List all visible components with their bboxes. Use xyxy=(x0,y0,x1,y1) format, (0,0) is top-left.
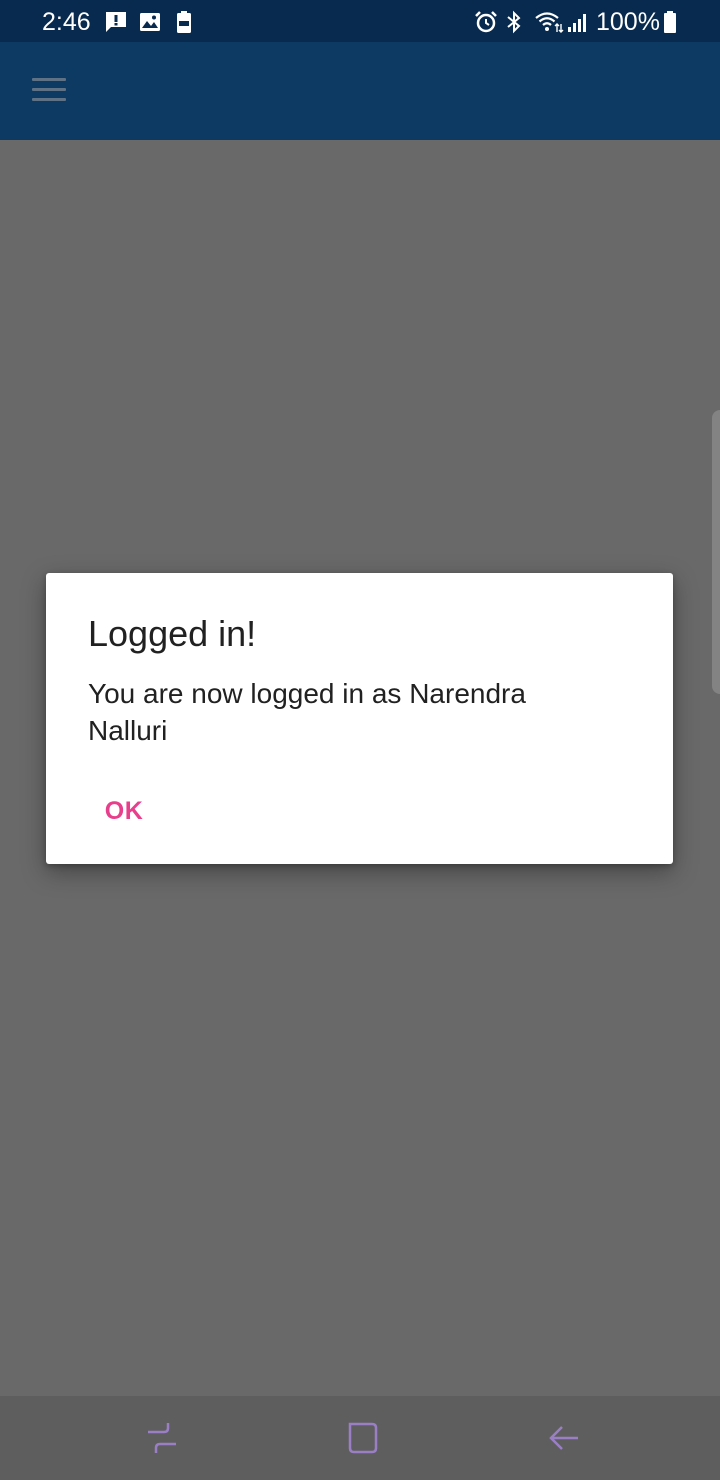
dialog-message: You are now logged in as Narendra Nallur… xyxy=(88,678,526,746)
image-icon xyxy=(140,13,160,31)
battery-icon xyxy=(664,11,676,33)
login-dialog: Logged in! You are now logged in as Nare… xyxy=(46,573,673,864)
battery-percent: 100% xyxy=(596,8,660,36)
back-icon[interactable] xyxy=(544,1418,584,1458)
wifi-icon xyxy=(535,12,564,33)
app-bar xyxy=(0,42,720,140)
hamburger-menu-icon[interactable] xyxy=(24,68,74,114)
bluetooth-icon xyxy=(507,10,521,34)
alarm-icon xyxy=(475,11,497,33)
dialog-title: Logged in! xyxy=(88,613,257,654)
battery-saver-icon xyxy=(177,11,191,33)
signal-icon xyxy=(568,14,586,32)
status-time: 2:46 xyxy=(42,8,91,36)
ok-button[interactable]: OK xyxy=(88,787,160,835)
home-icon[interactable] xyxy=(342,1418,382,1458)
alert-message-icon xyxy=(106,12,126,32)
navigation-bar xyxy=(0,1396,720,1480)
edge-panel-handle[interactable] xyxy=(712,410,720,694)
status-bar: 2:46 100% xyxy=(0,0,720,42)
recent-apps-icon[interactable] xyxy=(142,1418,182,1458)
